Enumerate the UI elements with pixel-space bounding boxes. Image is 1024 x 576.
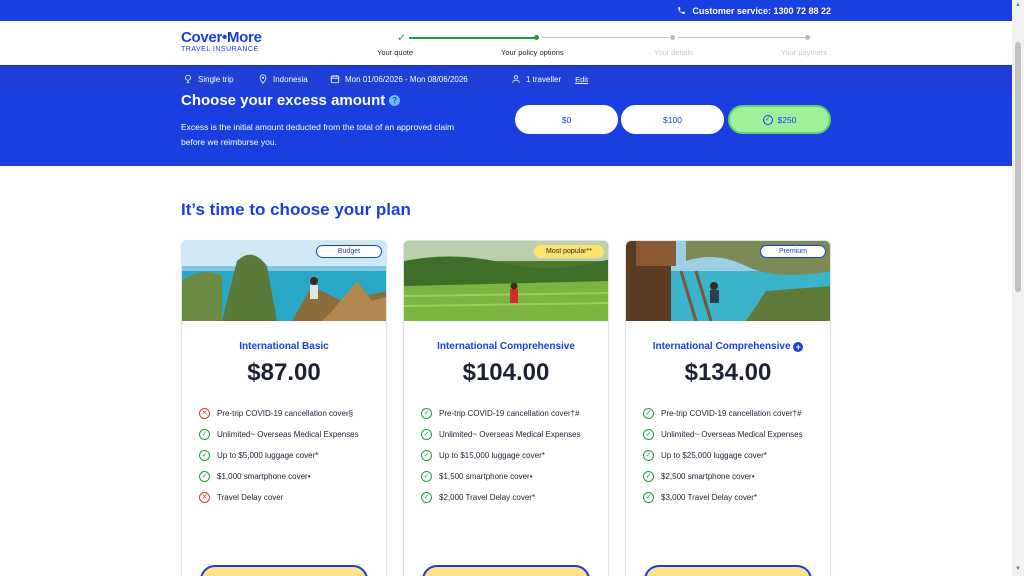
phone-icon [678, 7, 686, 14]
plus-icon: + [793, 342, 804, 352]
cover-more-logo[interactable]: Cover•More TRAVEL INSURANCE [181, 30, 262, 54]
check-icon: ✓ [421, 492, 432, 503]
plan-features: ✕ Pre-trip COVID-19 cancellation cover§ ✓… [199, 407, 379, 512]
feature-item: ✓ Unlimited~ Overseas Medical Expenses [199, 428, 379, 441]
feature-item: ✓ Up to $15,000 luggage cover* [421, 449, 601, 462]
check-icon: ✓ [643, 471, 654, 482]
help-icon[interactable]: ? [389, 95, 401, 106]
plan-features: ✓ Pre-trip COVID-19 cancellation cover†# … [643, 407, 823, 512]
select-plan-button[interactable] [200, 565, 368, 576]
step-your-policy-options: Your policy options [501, 48, 564, 57]
feature-item: ✓ Unlimited~ Overseas Medical Expenses [643, 428, 823, 441]
trip-summary-bar: Single trip Indonesia Mon 01/06/2026 - M… [0, 65, 1012, 92]
cross-icon: ✕ [199, 408, 210, 419]
feature-item: ✓ Pre-trip COVID-19 cancellation cover†# [421, 407, 601, 420]
step-connector [678, 37, 805, 38]
step-dot [670, 35, 675, 40]
check-icon: ✓ [421, 450, 432, 461]
scroll-up-arrow-icon[interactable]: ▲ [1015, 2, 1021, 8]
feature-item: ✕ Travel Delay cover [199, 491, 379, 504]
excess-description: Excess is the initial amount deducted fr… [181, 122, 455, 147]
excess-option-100[interactable]: $100 [621, 105, 724, 134]
cross-icon: ✕ [199, 492, 210, 503]
step-dot [805, 35, 810, 40]
travel-dates: Mon 01/06/2026 - Mon 08/06/2026 [330, 74, 468, 84]
plan-card-comprehensive: Most popular** International Comprehensi… [403, 240, 609, 576]
progress-steps: ✓ Your quote Your policy options Your de… [370, 21, 835, 65]
select-plan-button[interactable] [422, 565, 590, 576]
check-icon: ✓ [199, 429, 210, 440]
check-icon: ✓ [421, 408, 432, 419]
step-connector [409, 37, 536, 39]
plan-name: International Comprehensive [437, 341, 575, 352]
check-icon: ✓ [643, 408, 654, 419]
edit-trip-link[interactable]: Edit [575, 75, 588, 84]
excess-option-250[interactable]: ✓ $250 [728, 105, 831, 134]
plan-name: International Comprehensive + [626, 341, 830, 352]
step-your-details: Your details [654, 48, 693, 57]
step-your-quote[interactable]: Your quote [377, 48, 413, 57]
top-bar: Customer service: 1300 72 88 22 [0, 0, 1012, 21]
feature-item: ✓ $2,000 Travel Delay cover* [421, 491, 601, 504]
feature-item: ✕ Pre-trip COVID-19 cancellation cover§ [199, 407, 379, 420]
plan-name: International Basic [239, 341, 329, 352]
excess-title: Choose your excess amount? [181, 92, 401, 109]
trip-type: Single trip [183, 74, 234, 84]
plans-title: It’s time to choose your plan [181, 200, 411, 219]
check-icon: ✓ [643, 429, 654, 440]
feature-item: ✓ Pre-trip COVID-19 cancellation cover†# [643, 407, 823, 420]
check-icon: ✓ [643, 492, 654, 503]
plan-card-comprehensive-plus: Premium International Comprehensive + $1… [625, 240, 831, 576]
check-icon: ✓ [421, 429, 432, 440]
page: Customer service: 1300 72 88 22 Cover•Mo… [0, 0, 1024, 576]
feature-item: ✓ $2,500 smartphone cover• [643, 470, 823, 483]
check-icon: ✓ [643, 450, 654, 461]
feature-item: ✓ Up to $5,000 luggage cover* [199, 449, 379, 462]
step-dot-current [534, 35, 539, 40]
customer-service-link[interactable]: Customer service: 1300 72 88 22 [692, 6, 831, 16]
plan-price: $87.00 [247, 359, 321, 386]
step-your-payment: Your payment [781, 48, 828, 57]
check-icon: ✓ [421, 471, 432, 482]
feature-item: ✓ $3,000 Travel Delay cover* [643, 491, 823, 504]
person-icon [512, 75, 520, 83]
plan-price: $104.00 [462, 359, 550, 386]
plan-card-basic: Budget International Basic $87.00 ✕ Pre-t… [181, 240, 387, 576]
plan-badge: Budget [316, 245, 382, 258]
destination: Indonesia [258, 74, 308, 84]
feature-item: ✓ $1,500 smartphone cover• [421, 470, 601, 483]
excess-option-0[interactable]: $0 [515, 105, 618, 134]
calendar-icon [330, 75, 340, 84]
scroll-down-arrow-icon[interactable]: ▼ [1015, 566, 1021, 572]
trip-icon [185, 74, 191, 84]
feature-item: ✓ $1,000 smartphone cover• [199, 470, 379, 483]
traveller-count: 1 traveller Edit [511, 74, 588, 84]
plan-badge: Most popular** [534, 245, 604, 258]
feature-item: ✓ Unlimited~ Overseas Medical Expenses [421, 428, 601, 441]
selected-check-icon: ✓ [762, 114, 773, 125]
plan-price: $134.00 [684, 359, 772, 386]
feature-item: ✓ Up to $25,000 luggage cover* [643, 449, 823, 462]
scrollbar-thumb[interactable] [1015, 42, 1021, 292]
select-plan-button[interactable] [644, 565, 812, 576]
step-connector [542, 37, 669, 38]
excess-section: Choose your excess amount? Excess is the… [0, 92, 1012, 166]
plan-features: ✓ Pre-trip COVID-19 cancellation cover†# … [421, 407, 601, 512]
check-icon: ✓ [397, 32, 407, 44]
page-scrollbar[interactable]: ▲ ▼ [1012, 0, 1024, 576]
location-pin-icon [259, 74, 267, 84]
header: Cover•More TRAVEL INSURANCE ✓ Your quote… [0, 21, 1012, 65]
check-icon: ✓ [199, 450, 210, 461]
plan-badge: Premium [760, 245, 826, 258]
check-icon: ✓ [199, 471, 210, 482]
